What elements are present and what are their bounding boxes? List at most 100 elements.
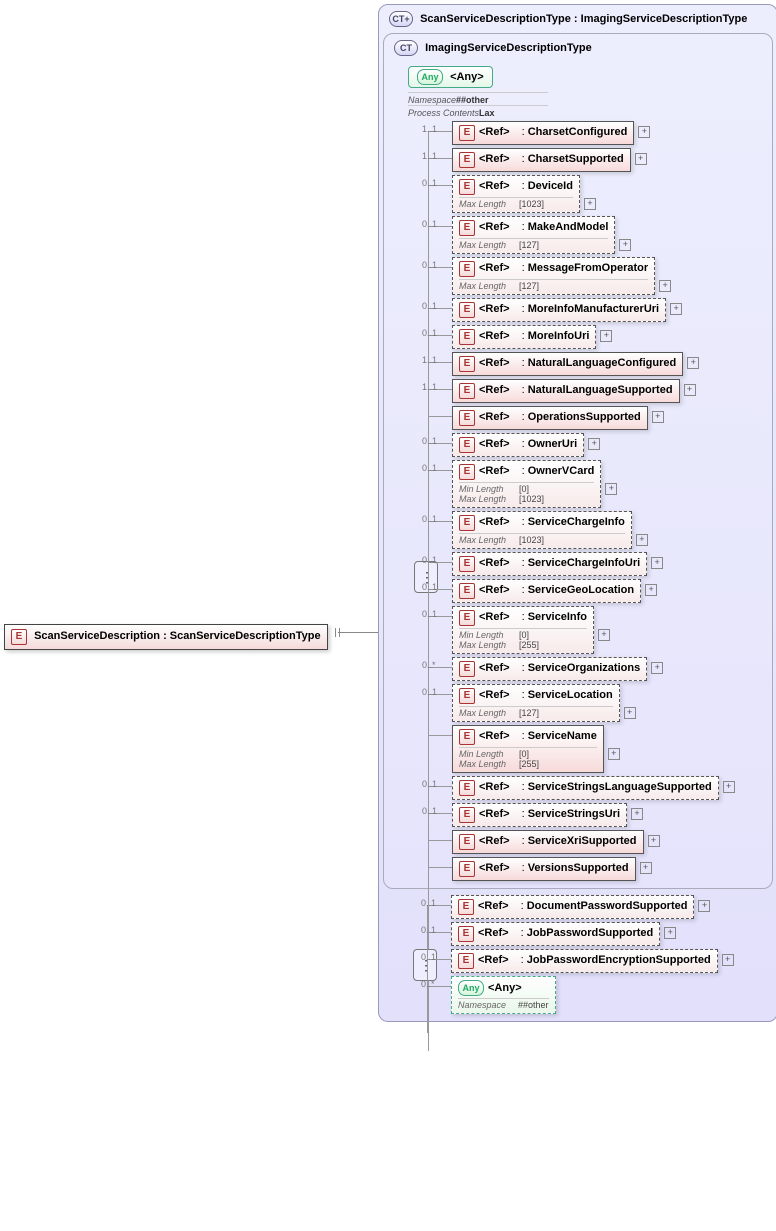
element-ref-servicestringsuri[interactable]: E<Ref>ServiceStringsUri [452, 803, 627, 827]
element-ref-naturallanguageconfigured[interactable]: E<Ref>NaturalLanguageConfigured [452, 352, 683, 376]
e-badge-icon: E [459, 729, 475, 745]
element-ref-servicelocation[interactable]: E<Ref>ServiceLocationMax Length[127] [452, 684, 620, 722]
expand-icon[interactable]: + [605, 483, 617, 495]
element-ref-row: 0..1E<Ref>OwnerUri+ [452, 433, 768, 457]
element-ref-documentpasswordsupported[interactable]: E<Ref>DocumentPasswordSupported [451, 895, 694, 919]
ref-token: <Ref> [479, 465, 510, 477]
expand-icon[interactable]: + [635, 153, 647, 165]
expand-icon[interactable]: + [652, 411, 664, 423]
element-ref-row: 1..1E<Ref>CharsetSupported+ [452, 148, 768, 172]
cardinality-label: 0..1 [421, 952, 436, 962]
expand-icon[interactable]: + [600, 330, 612, 342]
expand-icon[interactable]: + [698, 900, 710, 912]
ref-token: <Ref> [479, 730, 510, 742]
element-ref-servicestringslanguagesupported[interactable]: E<Ref>ServiceStringsLanguageSupported [452, 776, 719, 800]
expand-icon[interactable]: + [608, 748, 620, 760]
element-ref-jobpasswordencryptionsupported[interactable]: E<Ref>JobPasswordEncryptionSupported [451, 949, 718, 973]
any-badge-icon: Any [417, 69, 443, 85]
element-ref-naturallanguagesupported[interactable]: E<Ref>NaturalLanguageSupported [452, 379, 680, 403]
inner-complex-type-header: CT ImagingServiceDescriptionType [388, 38, 768, 62]
element-ref-serviceorganizations[interactable]: E<Ref>ServiceOrganizations [452, 657, 647, 681]
any-wildcard-bottom[interactable]: Any<Any>Namespace##other [451, 976, 556, 1014]
ref-name: ServiceChargeInfo [522, 516, 625, 528]
element-ref-owneruri[interactable]: E<Ref>OwnerUri [452, 433, 584, 457]
expand-icon[interactable]: + [670, 303, 682, 315]
cardinality-label: 0..1 [422, 779, 437, 789]
element-ref-servicename[interactable]: E<Ref>ServiceNameMin Length[0]Max Length… [452, 725, 604, 773]
prop-key: Process Contents [408, 108, 479, 118]
ref-token: <Ref> [479, 357, 510, 369]
outer-complex-type-header: CT+ ScanServiceDescriptionType : Imaging… [383, 9, 773, 33]
expand-icon[interactable]: + [645, 584, 657, 596]
any-wildcard-top[interactable]: Any <Any> [408, 66, 493, 88]
expand-icon[interactable]: + [619, 239, 631, 251]
expand-icon[interactable]: + [624, 707, 636, 719]
e-badge-icon: E [459, 125, 475, 141]
prop-key: Max Length [459, 199, 519, 209]
expand-icon[interactable]: + [638, 126, 650, 138]
element-ref-row: 0..1E<Ref>MoreInfoManufacturerUri+ [452, 298, 768, 322]
element-ref-row: 0..1E<Ref>ServiceChargeInfoUri+ [452, 552, 768, 576]
expand-icon[interactable]: + [598, 629, 610, 641]
prop-value: [0] [519, 484, 529, 494]
prop-value: ##other [456, 95, 489, 105]
element-ref-deviceid[interactable]: E<Ref>DeviceIdMax Length[1023] [452, 175, 580, 213]
e-badge-icon: E [459, 437, 475, 453]
e-badge-icon: E [459, 583, 475, 599]
element-ref-operationssupported[interactable]: E<Ref>OperationsSupported [452, 406, 648, 430]
expand-icon[interactable]: + [687, 357, 699, 369]
expand-icon[interactable]: + [648, 835, 660, 847]
cardinality-label: 0..1 [422, 687, 437, 697]
cardinality-label: 1..1 [422, 124, 437, 134]
cardinality-label: 0..1 [422, 463, 437, 473]
prop-value: [255] [519, 759, 539, 769]
element-ref-servicechargeinfo[interactable]: E<Ref>ServiceChargeInfoMax Length[1023] [452, 511, 632, 549]
cardinality-label: 0..1 [422, 260, 437, 270]
root-element[interactable]: E ScanServiceDescription : ScanServiceDe… [4, 624, 328, 650]
inner-complex-type-frame: CT ImagingServiceDescriptionType Any <An… [383, 33, 773, 889]
element-ref-messagefromoperator[interactable]: E<Ref>MessageFromOperatorMax Length[127] [452, 257, 655, 295]
element-ref-servicexrisupported[interactable]: E<Ref>ServiceXriSupported [452, 830, 644, 854]
element-ref-ownervcard[interactable]: E<Ref>OwnerVCardMin Length[0]Max Length[… [452, 460, 601, 508]
ref-token: <Ref> [478, 927, 509, 939]
element-ref-row: 0..1E<Ref>ServiceStringsLanguageSupporte… [452, 776, 768, 800]
ref-token: <Ref> [479, 611, 510, 623]
element-ref-moreinfomanufactureruri[interactable]: E<Ref>MoreInfoManufacturerUri [452, 298, 666, 322]
expand-icon[interactable]: + [684, 384, 696, 396]
cardinality-label: 0..1 [422, 328, 437, 338]
expand-icon[interactable]: + [636, 534, 648, 546]
e-badge-icon: E [459, 261, 475, 277]
element-ref-row: 0..1E<Ref>DeviceIdMax Length[1023]+ [452, 175, 768, 213]
expand-icon[interactable]: + [640, 862, 652, 874]
expand-icon[interactable]: + [659, 280, 671, 292]
expand-icon[interactable]: + [723, 781, 735, 793]
expand-icon[interactable]: + [722, 954, 734, 966]
expand-icon[interactable]: + [584, 198, 596, 210]
element-ref-row: 0..1E<Ref>DocumentPasswordSupported+ [451, 895, 773, 919]
prop-value: [0] [519, 630, 529, 640]
any-wildcard-label: <Any> [488, 982, 522, 994]
expand-icon[interactable]: + [588, 438, 600, 450]
expand-icon[interactable]: + [631, 808, 643, 820]
prop-value: [127] [519, 708, 539, 718]
expand-icon[interactable]: + [651, 662, 663, 674]
element-ref-versionssupported[interactable]: E<Ref>VersionsSupported [452, 857, 636, 881]
prop-key: Max Length [459, 535, 519, 545]
expand-icon[interactable]: + [651, 557, 663, 569]
prop-key: Max Length [459, 281, 519, 291]
e-badge-icon: E [458, 899, 474, 915]
any-wildcard-bottom-row: 0..*Any<Any>Namespace##other [451, 976, 773, 1014]
element-ref-servicechargeinfouri[interactable]: E<Ref>ServiceChargeInfoUri [452, 552, 647, 576]
expand-icon[interactable]: + [664, 927, 676, 939]
ref-name: ServiceXriSupported [522, 835, 637, 847]
element-ref-makeandmodel[interactable]: E<Ref>MakeAndModelMax Length[127] [452, 216, 615, 254]
e-badge-icon: E [459, 861, 475, 877]
ref-token: <Ref> [478, 954, 509, 966]
element-ref-jobpasswordsupported[interactable]: E<Ref>JobPasswordSupported [451, 922, 660, 946]
element-ref-charsetsupported[interactable]: E<Ref>CharsetSupported [452, 148, 631, 172]
element-ref-servicegeolocation[interactable]: E<Ref>ServiceGeoLocation [452, 579, 641, 603]
element-ref-moreinfouri[interactable]: E<Ref>MoreInfoUri [452, 325, 596, 349]
ref-token: <Ref> [479, 689, 510, 701]
element-ref-charsetconfigured[interactable]: E<Ref>CharsetConfigured [452, 121, 634, 145]
element-ref-serviceinfo[interactable]: E<Ref>ServiceInfoMin Length[0]Max Length… [452, 606, 594, 654]
